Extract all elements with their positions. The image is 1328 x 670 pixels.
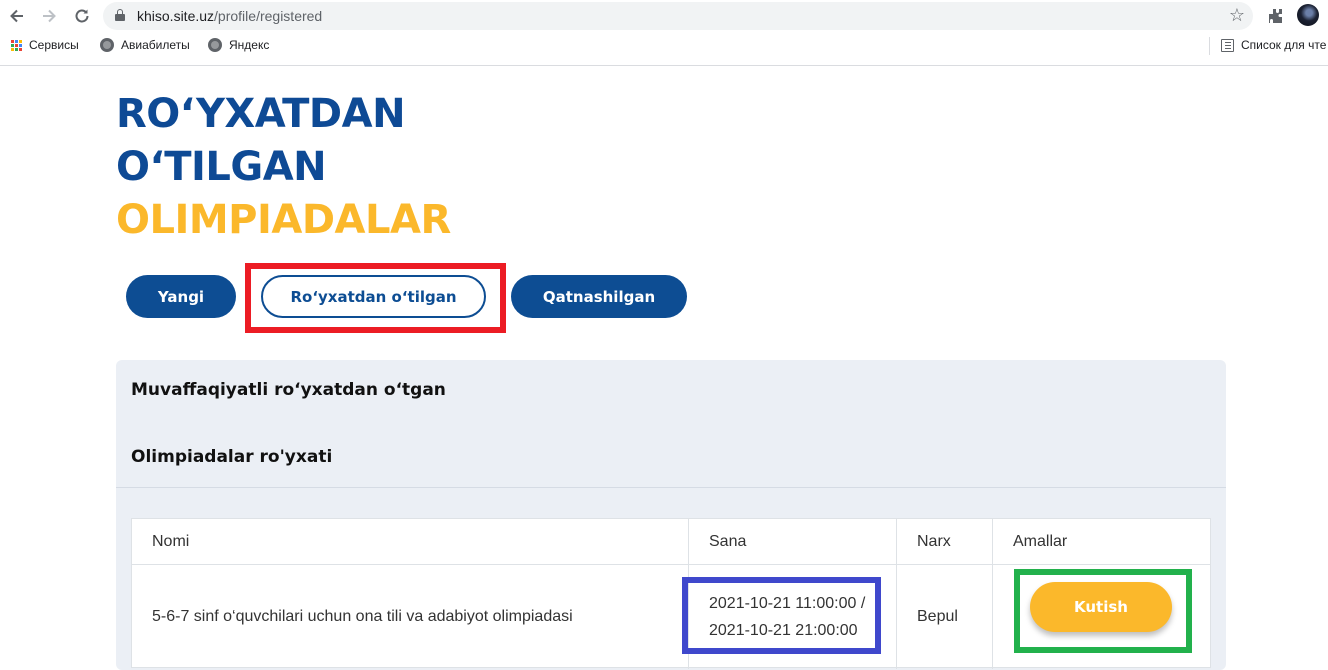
address-bar[interactable]: khiso.site.uz/profile/registered ☆ <box>103 2 1253 30</box>
globe-icon <box>100 38 114 52</box>
bookmark-apps[interactable]: Сервисы <box>11 38 79 52</box>
column-header-amallar: Amallar <box>992 519 1210 564</box>
column-header-sana: Sana <box>688 519 896 564</box>
avatar[interactable] <box>1297 4 1319 26</box>
olympiad-price: Bepul <box>896 565 992 669</box>
bookmark-label: Сервисы <box>29 38 79 52</box>
bookmark-yandex[interactable]: Яндекс <box>208 38 269 52</box>
reload-icon[interactable] <box>71 5 93 27</box>
bookmark-label: Яндекс <box>229 38 270 52</box>
bookmark-label: Авиабилеты <box>121 38 190 52</box>
highlight-box-green <box>1014 569 1192 653</box>
lock-icon <box>115 9 125 21</box>
reading-list-icon <box>1221 38 1234 52</box>
back-icon[interactable] <box>6 5 28 27</box>
column-header-nomi: Nomi <box>152 532 190 550</box>
list-heading: Olimpiadalar ro'yxati <box>131 447 333 467</box>
bookmark-divider <box>1209 37 1210 55</box>
tab-yangi[interactable]: Yangi <box>126 275 236 318</box>
reading-list-button[interactable]: Список для чте <box>1221 38 1326 52</box>
extensions-icon[interactable] <box>1265 5 1287 27</box>
olympiad-name: 5-6-7 sinf o‘quvchilari uchun ona tili v… <box>152 608 573 625</box>
reading-list-label: Список для чте <box>1241 38 1327 52</box>
star-icon[interactable]: ☆ <box>1229 5 1245 26</box>
globe-icon <box>208 38 222 52</box>
page-title-line2: O‘TILGAN <box>116 144 327 190</box>
forward-icon[interactable] <box>38 5 60 27</box>
page-title-line3: OLIMPIADALAR <box>116 197 451 243</box>
highlight-box-blue <box>682 577 881 654</box>
browser-chrome: khiso.site.uz/profile/registered ☆ Серви… <box>0 0 1328 66</box>
page-title: RO‘YXATDAN O‘TILGAN OLIMPIADALAR <box>116 88 451 247</box>
panel-heading: Muvaffaqiyatli ro‘yxatdan o‘tgan <box>131 380 446 400</box>
bookmark-flights[interactable]: Авиабилеты <box>100 38 190 52</box>
panel-divider <box>116 487 1226 488</box>
page-title-line1: RO‘YXATDAN <box>116 91 406 137</box>
column-header-narx: Narx <box>896 519 992 564</box>
highlight-box-red <box>245 263 506 333</box>
tab-qatnashilgan[interactable]: Qatnashilgan <box>511 275 687 318</box>
apps-icon <box>11 39 22 51</box>
url-text: khiso.site.uz/profile/registered <box>137 8 323 24</box>
table-header-row: Nomi Sana Narx Amallar <box>132 519 1210 565</box>
